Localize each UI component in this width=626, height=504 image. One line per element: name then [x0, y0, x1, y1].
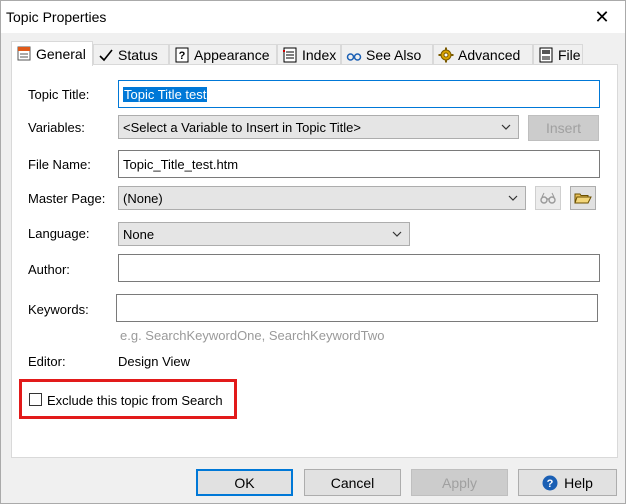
- keywords-hint: e.g. SearchKeywordOne, SearchKeywordTwo: [120, 328, 385, 343]
- topic-title-value: Topic Title test: [123, 86, 208, 102]
- keywords-input[interactable]: [116, 294, 598, 322]
- glasses-icon: [346, 47, 362, 63]
- tab-appearance[interactable]: ? Appearance: [169, 44, 277, 65]
- author-label: Author:: [28, 262, 70, 277]
- preview-master-page-button[interactable]: [535, 186, 561, 210]
- master-page-select[interactable]: (None): [118, 186, 526, 210]
- chevron-down-icon: [508, 195, 518, 201]
- editor-label: Editor:: [28, 354, 66, 369]
- tab-file[interactable]: File: [533, 44, 583, 65]
- tab-index[interactable]: Index: [277, 44, 341, 65]
- tab-see-also[interactable]: See Also: [341, 44, 433, 65]
- close-button[interactable]: ✕: [579, 1, 625, 33]
- tab-label: Status: [118, 47, 158, 63]
- exclude-from-search-checkbox[interactable]: [29, 393, 42, 406]
- apply-button[interactable]: Apply: [411, 469, 508, 496]
- chevron-down-icon: [392, 231, 402, 237]
- help-button-label: Help: [564, 474, 593, 491]
- language-label: Language:: [28, 226, 90, 241]
- cancel-button[interactable]: Cancel: [304, 469, 401, 496]
- tab-strip: General Status ? Appearance Index See Al…: [11, 41, 617, 66]
- tab-general[interactable]: General: [11, 41, 93, 66]
- tab-label: File: [558, 47, 581, 63]
- file-icon: [538, 47, 554, 63]
- chevron-down-icon: [501, 124, 511, 130]
- tab-label: Appearance: [194, 47, 270, 63]
- close-icon: ✕: [594, 6, 610, 27]
- topic-title-input[interactable]: Topic Title test: [118, 80, 600, 108]
- checkmark-icon: [98, 47, 114, 63]
- tab-label: Advanced: [458, 47, 521, 63]
- master-page-value: (None): [123, 190, 163, 206]
- tab-status[interactable]: Status: [93, 44, 169, 65]
- svg-text:?: ?: [547, 478, 554, 490]
- language-value: None: [123, 226, 155, 242]
- insert-button[interactable]: Insert: [528, 115, 599, 141]
- index-icon: [282, 47, 298, 63]
- question-icon: ?: [174, 47, 190, 63]
- general-tab-icon: [16, 46, 32, 62]
- variables-select[interactable]: <Select a Variable to Insert in Topic Ti…: [118, 115, 519, 139]
- language-select[interactable]: None: [118, 222, 410, 246]
- file-name-label: File Name:: [28, 157, 91, 172]
- tab-label: General: [36, 46, 86, 62]
- exclude-from-search-label: Exclude this topic from Search: [47, 393, 223, 408]
- help-button[interactable]: ? Help: [518, 469, 617, 496]
- ok-button[interactable]: OK: [196, 469, 293, 496]
- title-bar: Topic Properties ✕: [1, 1, 625, 33]
- open-folder-icon: [574, 193, 592, 204]
- svg-text:?: ?: [179, 50, 186, 62]
- file-name-value: Topic_Title_test.htm: [123, 156, 239, 172]
- file-name-input[interactable]: Topic_Title_test.htm: [118, 150, 600, 178]
- help-icon: ?: [542, 475, 558, 490]
- tab-label: See Also: [366, 47, 422, 63]
- keywords-label: Keywords:: [28, 302, 89, 317]
- author-input[interactable]: [118, 254, 600, 282]
- glasses-icon: [540, 192, 556, 204]
- tab-label: Index: [302, 47, 337, 63]
- gear-icon: [438, 47, 454, 63]
- variables-value: <Select a Variable to Insert in Topic Ti…: [123, 119, 361, 135]
- master-page-label: Master Page:: [28, 191, 106, 206]
- topic-properties-dialog: Topic Properties ✕ General Status ? Appe…: [0, 0, 626, 504]
- topic-title-label: Topic Title:: [28, 87, 90, 102]
- dialog-title: Topic Properties: [6, 9, 107, 25]
- variables-label: Variables:: [28, 120, 85, 135]
- browse-master-page-button[interactable]: [570, 186, 596, 210]
- editor-value: Design View: [118, 354, 191, 369]
- tab-advanced[interactable]: Advanced: [433, 44, 533, 65]
